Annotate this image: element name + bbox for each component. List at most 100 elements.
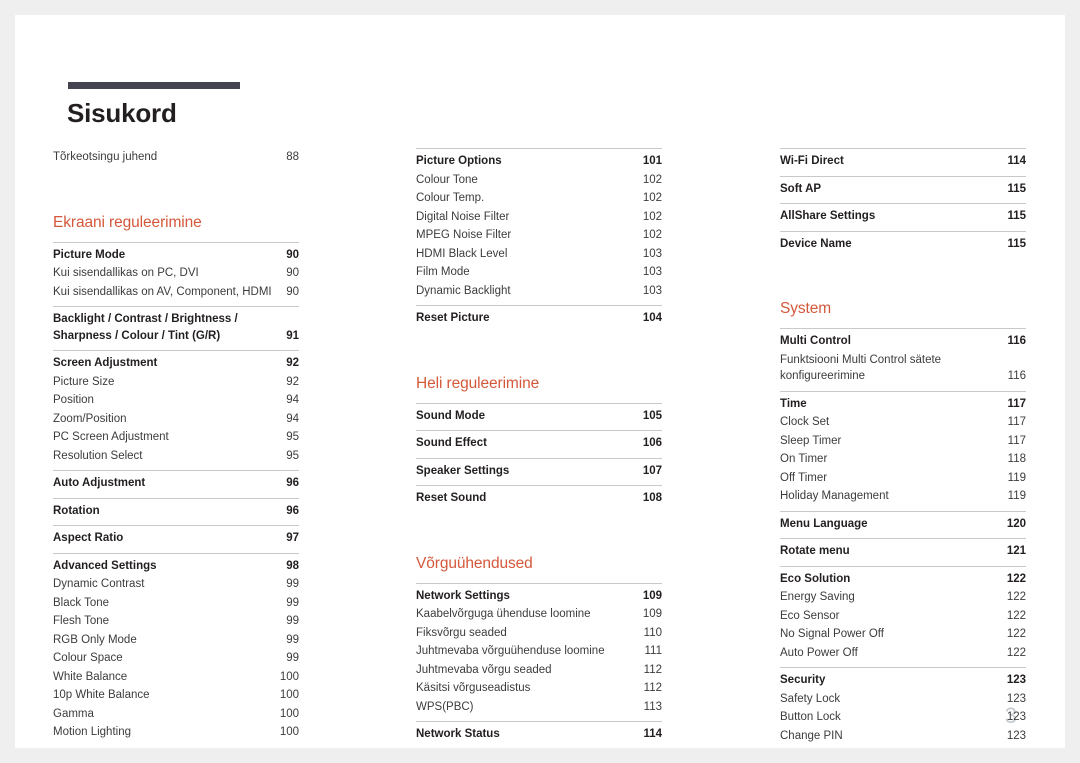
toc-entry[interactable]: Dynamic Backlight 103 (416, 282, 662, 301)
toc-entry[interactable]: HDMI Black Level 103 (416, 245, 662, 264)
toc-entry[interactable]: RGB Only Mode 99 (53, 631, 299, 650)
toc-entry-page-number: 104 (642, 312, 662, 324)
toc-entry[interactable]: Colour Tone 102 (416, 171, 662, 190)
toc-entry[interactable]: Flesh Tone 99 (53, 612, 299, 631)
toc-entry[interactable]: No Signal Power Off 122 (780, 625, 1026, 644)
toc-entry[interactable]: Dynamic Contrast 99 (53, 575, 299, 594)
toc-entry-label: MPEG Noise Filter (416, 229, 512, 241)
toc-entry[interactable]: Holiday Management 119 (780, 487, 1026, 506)
toc-entry-heading[interactable]: Network Status 114 (416, 724, 662, 744)
toc-entry[interactable]: Funktsiooni Multi Control sätete konfigu… (780, 351, 1026, 386)
toc-entry[interactable]: PC Screen Adjustment 95 (53, 428, 299, 447)
toc-entry-heading[interactable]: Device Name 115 (780, 234, 1026, 254)
toc-entry-heading[interactable]: Picture Options 101 (416, 151, 662, 171)
toc-entry-heading[interactable]: Menu Language 120 (780, 514, 1026, 534)
toc-entry[interactable]: Fiksvõrgu seaded 110 (416, 624, 662, 643)
toc-entry-heading[interactable]: Auto Adjustment 96 (53, 473, 299, 493)
toc-entry[interactable]: Black Tone 99 (53, 594, 299, 613)
toc-entry-label: Fiksvõrgu seaded (416, 626, 507, 639)
toc-entry-heading[interactable]: Time 117 (780, 394, 1026, 414)
toc-entry-page-number: 107 (642, 464, 662, 477)
toc-entry[interactable]: Sleep Timer 117 (780, 432, 1026, 451)
toc-entry-page-number: 117 (1007, 434, 1026, 447)
section-heading: Võrguühendused (416, 554, 533, 572)
toc-entry[interactable]: Käsitsi võrguseadistus 112 (416, 679, 662, 698)
toc-entry-label: Rotate menu (780, 545, 850, 557)
toc-entry[interactable]: Off Timer 119 (780, 469, 1026, 488)
toc-entry-heading[interactable]: Speaker Settings 107 (416, 461, 662, 481)
toc-entry-page-number: 116 (1007, 335, 1026, 347)
toc-entry-heading[interactable]: Network Settings 109 (416, 586, 662, 606)
toc-entry[interactable]: Energy Saving 122 (780, 588, 1026, 607)
toc-entry-page-number: 112 (643, 663, 662, 676)
toc-entry[interactable]: Colour Temp. 102 (416, 189, 662, 208)
toc-entry[interactable]: Kui sisendallikas on PC, DVI 90 (53, 264, 299, 283)
toc-entry-page-number: 103 (642, 247, 662, 260)
toc-entry[interactable]: Digital Noise Filter 102 (416, 208, 662, 227)
toc-entry-heading[interactable]: Rotation 96 (53, 501, 299, 521)
toc-entry-heading[interactable]: Screen Adjustment 92 (53, 353, 299, 373)
toc-entry-page-number: 95 (286, 431, 299, 443)
toc-entry-heading[interactable]: Rotate menu 121 (780, 541, 1026, 561)
toc-entry-heading[interactable]: Reset Picture 104 (416, 308, 662, 328)
toc-entry[interactable]: Colour Space 99 (53, 649, 299, 668)
toc-column-2: Picture Options 101 Colour Tone 102 Colour T… (416, 148, 662, 744)
toc-entry-page-number: 108 (642, 492, 662, 504)
toc-entry-heading[interactable]: Eco Solution 122 (780, 569, 1026, 589)
toc-group: Network Status 114 (416, 721, 662, 744)
toc-entry[interactable]: Motion Lighting 100 (53, 723, 299, 742)
toc-entry[interactable]: WPS(PBC) 113 (416, 698, 662, 717)
toc-entry-label: Colour Temp. (416, 192, 485, 204)
toc-entry-label: Eco Sensor (780, 609, 840, 622)
toc-entry-heading[interactable]: Wi-Fi Direct 114 (780, 151, 1026, 171)
toc-entry-heading[interactable]: Security 123 (780, 670, 1026, 690)
toc-entry[interactable]: Position 94 (53, 391, 299, 410)
toc-entry-label: Menu Language (780, 517, 868, 530)
toc-entry-heading[interactable]: Aspect Ratio 97 (53, 528, 299, 548)
toc-entry[interactable]: Juhtmevaba võrguühenduse loomine 111 (416, 642, 662, 661)
toc-entry[interactable]: Kui sisendallikas on AV, Component, HDMI… (53, 283, 299, 302)
toc-group: Screen Adjustment 92 Picture Size 92 Positio… (53, 350, 299, 465)
toc-entry[interactable]: Clock Set 117 (780, 413, 1026, 432)
toc-entry-page-number: 109 (642, 608, 662, 620)
toc-entry-page-number: 90 (286, 267, 299, 279)
toc-entry-heading[interactable]: Multi Control 116 (780, 331, 1026, 351)
toc-entry-label: Picture Mode (53, 248, 126, 261)
toc-entry-heading[interactable]: Backlight / Contrast / Brightness / Shar… (53, 309, 299, 345)
toc-entry[interactable]: Zoom/Position 94 (53, 410, 299, 429)
toc-entry[interactable]: White Balance 100 (53, 668, 299, 687)
toc-entry[interactable]: Film Mode 103 (416, 263, 662, 282)
toc-entry-label: Eco Solution (780, 572, 851, 585)
toc-entry[interactable]: Picture Size 92 (53, 373, 299, 392)
toc-entry-heading[interactable]: AllShare Settings 115 (780, 206, 1026, 226)
section-heading: Ekraani reguleerimine (53, 213, 202, 231)
toc-entry[interactable]: Button Lock 123 (780, 708, 1026, 727)
toc-entry[interactable]: Change PIN 123 (780, 727, 1026, 746)
toc-entry-page-number: 92 (286, 357, 299, 369)
toc-entry-page-number: 117 (1007, 416, 1026, 428)
toc-entry[interactable]: Safety Lock 123 (780, 690, 1026, 709)
toc-entry[interactable]: On Timer 118 (780, 450, 1026, 469)
toc-entry[interactable]: Resolution Select 95 (53, 447, 299, 466)
toc-entry-label: Safety Lock (780, 692, 841, 705)
toc-entry-heading[interactable]: Sound Effect 106 (416, 433, 662, 453)
toc-entry[interactable]: Kaabelvõrguga ühenduse loomine 109 (416, 605, 662, 624)
toc-column-3: Wi-Fi Direct 114 Soft AP 115 AllShare Settin… (780, 148, 1026, 745)
toc-entry[interactable]: Auto Power Off 122 (780, 644, 1026, 663)
toc-entry-heading[interactable]: Sound Mode 105 (416, 406, 662, 426)
toc-entry[interactable]: 10p White Balance 100 (53, 686, 299, 705)
toc-entry-label: White Balance (53, 670, 128, 683)
toc-entry-heading[interactable]: Advanced Settings 98 (53, 556, 299, 576)
toc-entry[interactable]: Gamma 100 (53, 705, 299, 724)
toc-entry[interactable]: Juhtmevaba võrgu seaded 112 (416, 661, 662, 680)
toc-entry-label: Käsitsi võrguseadistus (416, 682, 531, 694)
toc-entry[interactable]: Eco Sensor 122 (780, 607, 1026, 626)
toc-entry[interactable]: MPEG Noise Filter 102 (416, 226, 662, 245)
toc-entry-page-number: 114 (643, 728, 662, 740)
toc-entry-heading[interactable]: Reset Sound 108 (416, 488, 662, 508)
toc-entry-label: Device Name (780, 237, 852, 250)
toc-entry[interactable]: Tõrkeotsingu juhend 88 (53, 148, 299, 167)
toc-entry-label: Kui sisendallikas on PC, DVI (53, 267, 199, 279)
toc-entry-heading[interactable]: Soft AP 115 (780, 179, 1026, 199)
toc-entry-heading[interactable]: Picture Mode 90 (53, 245, 299, 265)
